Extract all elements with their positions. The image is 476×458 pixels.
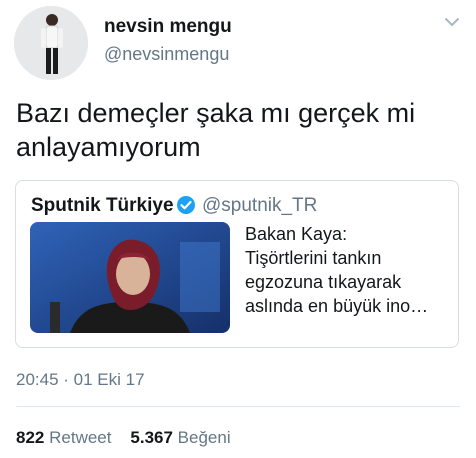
quoted-tweet-card[interactable]: Sputnik Türkiye @sputnik_TR Bakan Kaya: … <box>15 180 459 348</box>
like-label[interactable]: Beğeni <box>178 428 231 447</box>
retweet-label[interactable]: Retweet <box>49 428 111 447</box>
tweet-stats: 822 Retweet 5.367 Beğeni <box>16 428 231 448</box>
quoted-text-line: Tişörtlerini tankın <box>245 248 382 268</box>
divider <box>16 406 460 407</box>
tweet-text: Bazı demeçler şaka mı gerçek mi anlayamı… <box>16 98 416 162</box>
quoted-text-line: aslında en büyük ino… <box>245 296 429 316</box>
quoted-text-line: egzozuna tıkayarak <box>245 272 402 292</box>
verified-badge-icon <box>177 196 195 214</box>
quoted-photo <box>30 222 230 333</box>
retweet-count[interactable]: 822 <box>16 428 44 447</box>
author-handle[interactable]: @nevsinmengu <box>104 44 229 65</box>
chevron-down-icon[interactable] <box>444 16 460 28</box>
quoted-tweet-text: Bakan Kaya: Tişörtlerini tankın egzozuna… <box>245 222 455 318</box>
quoted-author-name: Sputnik Türkiye <box>31 195 174 216</box>
quoted-tweet-image[interactable] <box>30 222 230 333</box>
tweet-timestamp[interactable]: 20:45 · 01 Eki 17 <box>16 370 145 390</box>
author-name[interactable]: nevsin mengu <box>104 16 232 38</box>
author-avatar[interactable] <box>14 6 88 80</box>
quoted-author-handle: @sputnik_TR <box>202 195 318 216</box>
like-count[interactable]: 5.367 <box>130 428 173 447</box>
quoted-text-line: Bakan Kaya: <box>245 224 348 244</box>
avatar-photo <box>14 6 88 80</box>
